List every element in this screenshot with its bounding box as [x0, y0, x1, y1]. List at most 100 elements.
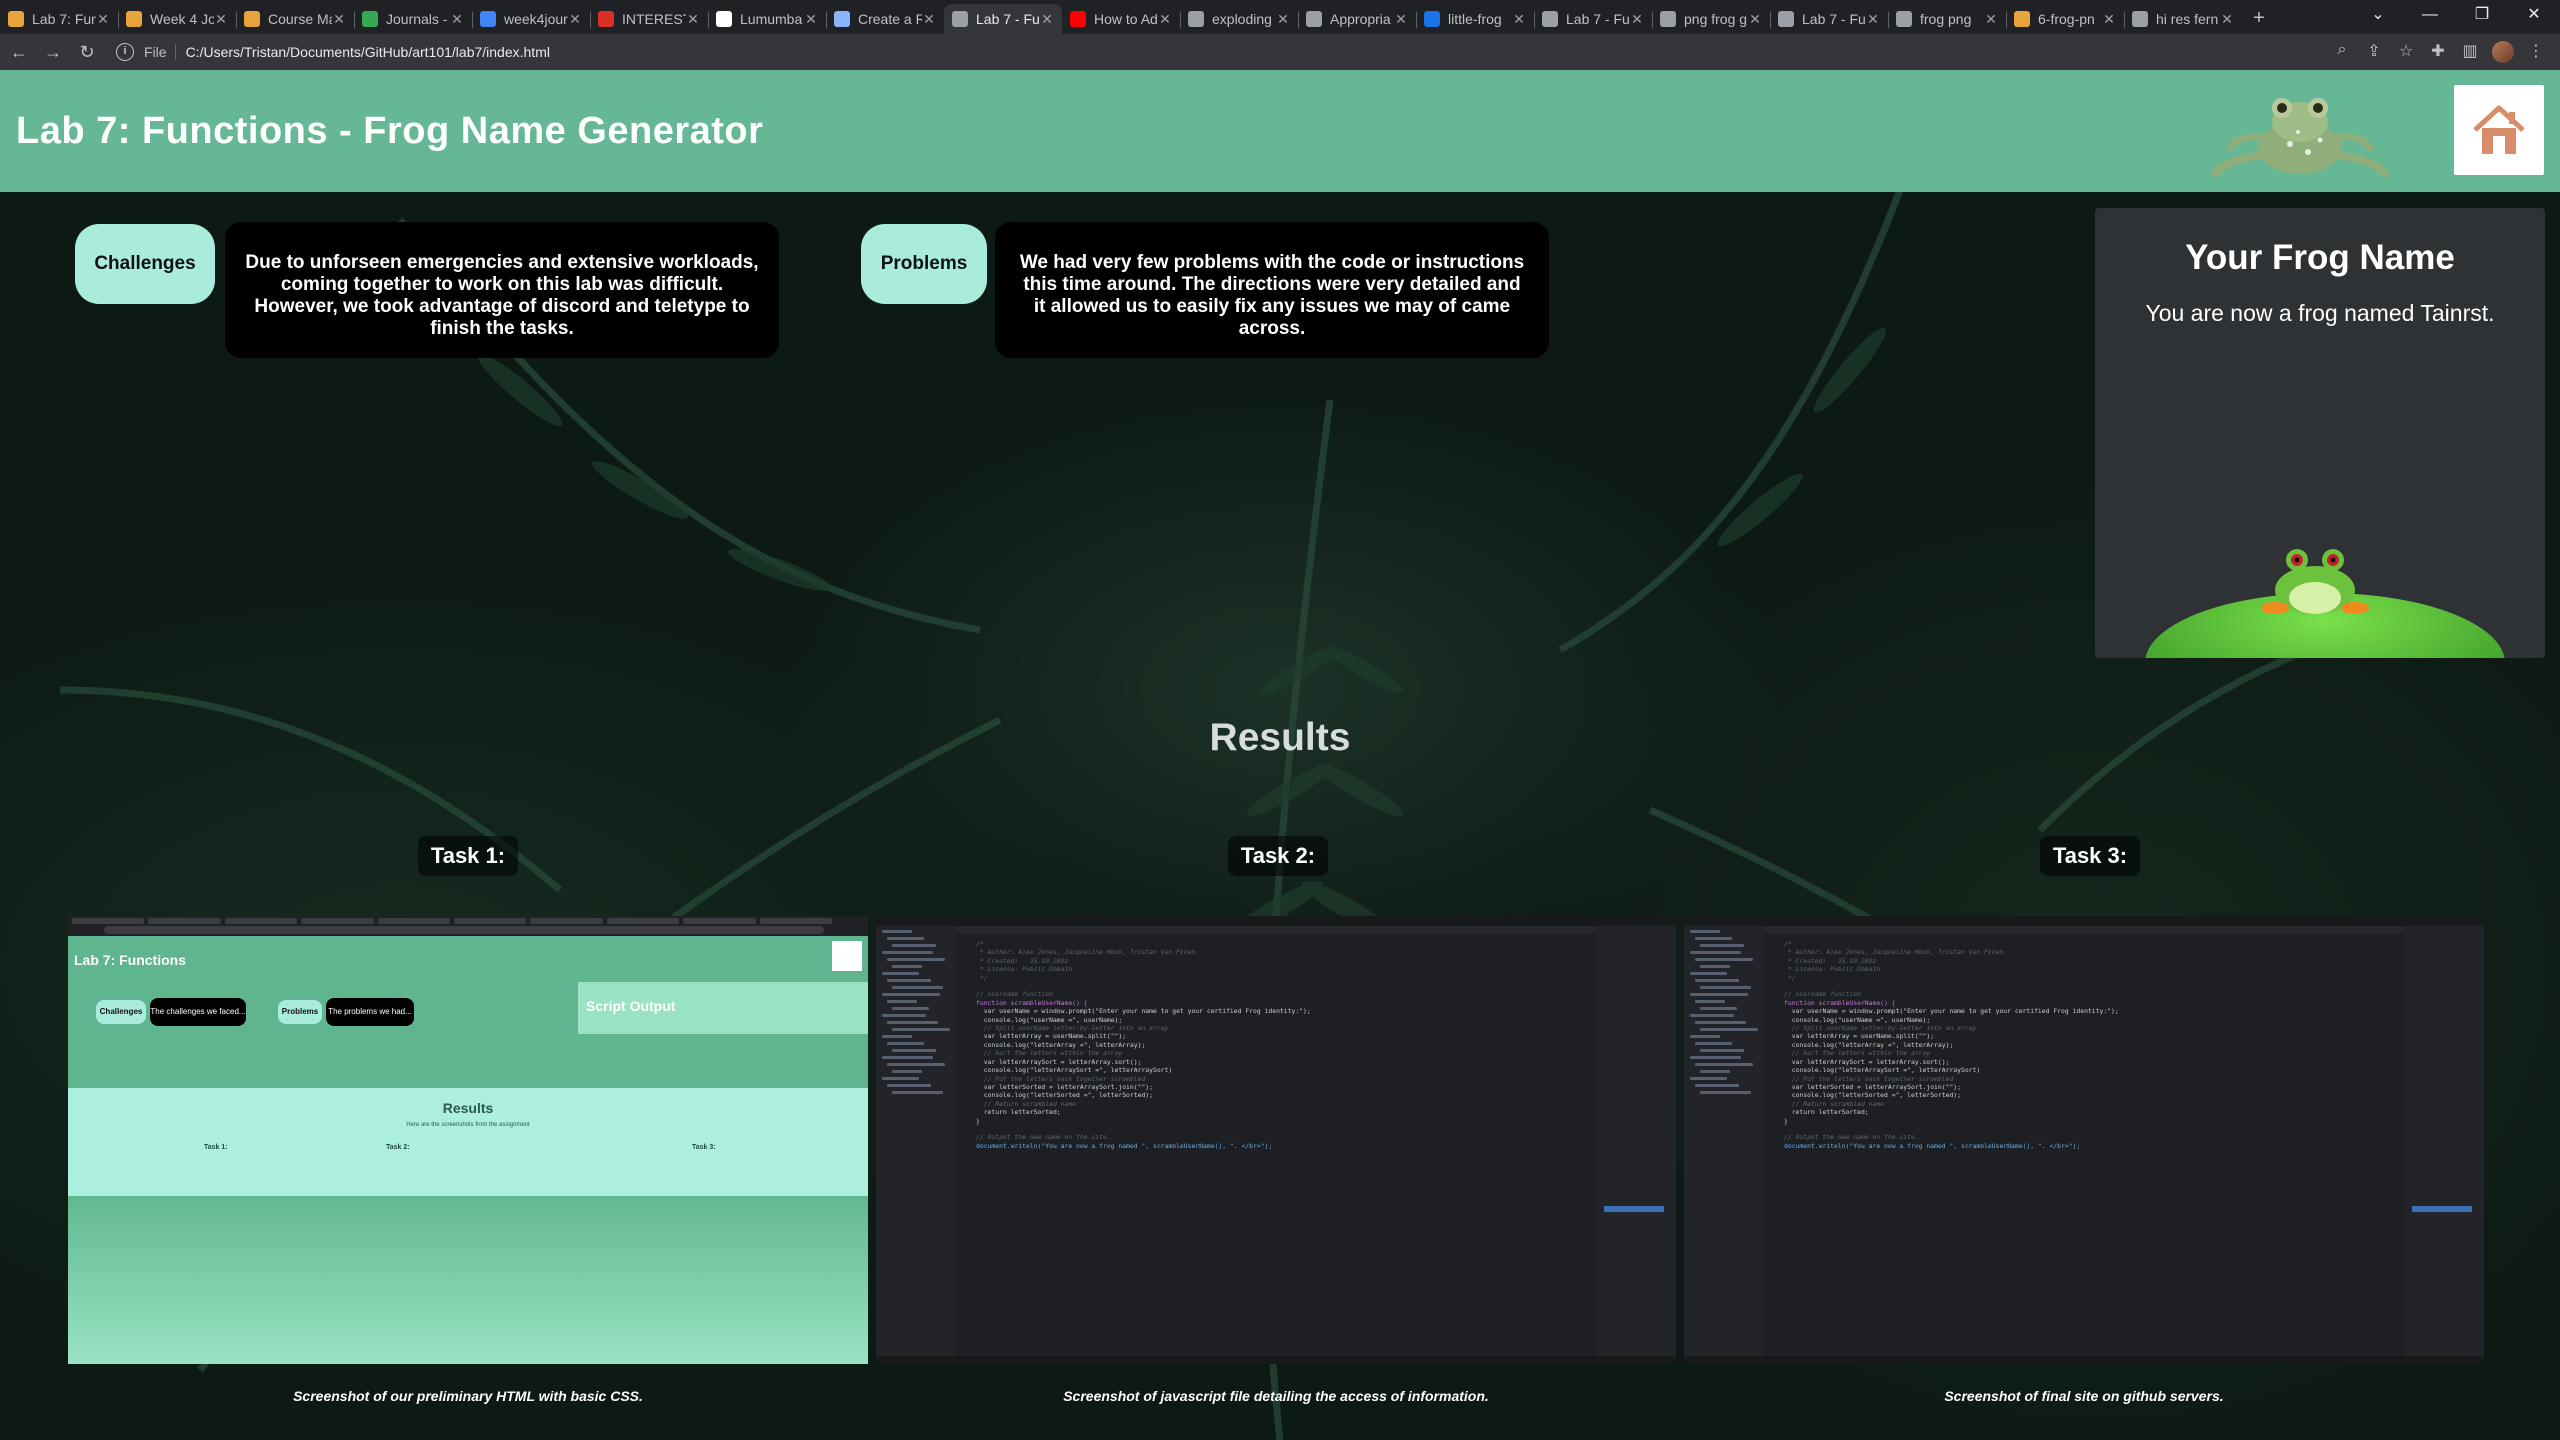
menu-icon[interactable]: ⋮	[2520, 41, 2552, 63]
site-info-icon[interactable]: i	[116, 43, 134, 61]
browser-tab[interactable]: Journals - ✕	[354, 4, 472, 34]
profile-avatar[interactable]	[2492, 41, 2514, 63]
tab-close-icon[interactable]: ✕	[922, 11, 936, 28]
tab-close-icon[interactable]: ✕	[1158, 11, 1172, 28]
tab-title: png frog g	[1684, 11, 1748, 27]
browser-tab[interactable]: Lab 7 - Fu ✕	[1770, 4, 1888, 34]
browser-tab[interactable]: Lab 7 - Fu ✕	[1534, 4, 1652, 34]
browser-tab[interactable]: Lab 7: Fun ✕	[0, 4, 118, 34]
browser-tab[interactable]: png frog g ✕	[1652, 4, 1770, 34]
tab-close-icon[interactable]: ✕	[1866, 11, 1880, 28]
tab-close-icon[interactable]: ✕	[1984, 11, 1998, 28]
tab-favicon-icon	[126, 11, 142, 27]
browser-tab[interactable]: Lab 7 - Fu ✕	[944, 4, 1062, 34]
browser-tab[interactable]: How to Ad ✕	[1062, 4, 1180, 34]
browser-tab[interactable]: INTERESTI✕	[590, 4, 708, 34]
close-window-button[interactable]: ✕	[2508, 0, 2560, 30]
frog-name-panel: Your Frog Name You are now a frog named …	[2095, 208, 2545, 658]
tab-close-icon[interactable]: ✕	[1394, 11, 1408, 28]
task-1-screenshot: Lab 7: Functions Challenges The challeng…	[68, 916, 868, 1364]
page-content: Lab 7: Functions - Frog Name Generator C…	[0, 70, 2560, 1440]
tab-close-icon[interactable]: ✕	[1630, 11, 1644, 28]
browser-tab[interactable]: frog png ✕	[1888, 4, 2006, 34]
tab-title: 6-frog-pn	[2038, 11, 2095, 27]
tab-search-icon[interactable]: ⌄	[2352, 0, 2404, 30]
tab-close-icon[interactable]: ✕	[568, 11, 582, 28]
home-button[interactable]	[2454, 85, 2544, 175]
address-bar[interactable]: i File C:/Users/Tristan/Documents/GitHub…	[116, 38, 2326, 66]
results-heading: Results	[1209, 716, 1351, 759]
browser-tab[interactable]: Week 4 Jo ✕	[118, 4, 236, 34]
task-1-caption: Screenshot of our preliminary HTML with …	[293, 1388, 643, 1404]
tab-title: Appropria	[1330, 11, 1391, 27]
mini-task-1: Task 1:	[204, 1144, 228, 1151]
reload-button[interactable]: ↻	[72, 37, 102, 67]
tab-close-icon[interactable]: ✕	[2220, 11, 2234, 28]
new-tab-button[interactable]: +	[2242, 4, 2276, 34]
tab-favicon-icon	[1660, 11, 1676, 27]
mini-challenges-pill: Challenges	[96, 1000, 146, 1024]
mini-results: Results Here are the screenshots from th…	[68, 1088, 868, 1196]
tab-close-icon[interactable]: ✕	[804, 11, 818, 28]
tab-favicon-icon	[480, 11, 496, 27]
tab-title: week4jour	[504, 11, 568, 27]
mini-challenges-text: The challenges we faced...	[150, 998, 246, 1026]
tab-favicon-icon	[1542, 11, 1558, 27]
maximize-button[interactable]: ❐	[2456, 0, 2508, 30]
back-button[interactable]: ←	[4, 37, 34, 67]
tab-close-icon[interactable]: ✕	[96, 11, 110, 28]
browser-tab[interactable]: Appropria ✕	[1298, 4, 1416, 34]
browser-tab[interactable]: week4jour ✕	[472, 4, 590, 34]
side-panel-icon[interactable]: ▥	[2454, 41, 2486, 63]
forward-button[interactable]: →	[38, 37, 68, 67]
browser-tab[interactable]: little-frog ✕	[1416, 4, 1534, 34]
address-url[interactable]: C:/Users/Tristan/Documents/GitHub/art101…	[186, 44, 550, 60]
tab-close-icon[interactable]: ✕	[332, 11, 346, 28]
browser-tab[interactable]: hi res fern ✕	[2124, 4, 2242, 34]
home-icon	[2473, 105, 2525, 154]
task-1-label: Task 1:	[418, 836, 518, 876]
tab-close-icon[interactable]: ✕	[1748, 11, 1762, 28]
tab-close-icon[interactable]: ✕	[686, 11, 700, 28]
minimize-button[interactable]: —	[2404, 0, 2456, 30]
tab-favicon-icon	[1188, 11, 1204, 27]
file-tree	[1684, 926, 1764, 1364]
tab-close-icon[interactable]: ✕	[2102, 11, 2116, 28]
tab-close-icon[interactable]: ✕	[450, 11, 464, 28]
mini-results-sub: Here are the screenshots from the assign…	[406, 1122, 530, 1128]
task-2-label: Task 2:	[1228, 836, 1328, 876]
tab-title: little-frog	[1448, 11, 1502, 27]
tab-close-icon[interactable]: ✕	[1512, 11, 1526, 28]
tab-title: Lab 7: Fun	[32, 11, 96, 27]
tab-close-icon[interactable]: ✕	[214, 11, 228, 28]
browser-tab[interactable]: Course Ma ✕	[236, 4, 354, 34]
tab-favicon-icon	[1070, 11, 1086, 27]
address-scheme: File	[144, 44, 167, 60]
bookmark-star-icon[interactable]: ☆	[2390, 41, 2422, 63]
tab-title: hi res fern	[2156, 11, 2219, 27]
tab-title: frog png	[1920, 11, 1972, 27]
git-panel	[2404, 926, 2484, 1364]
code-view: /* * Author: Alex Jones, Jacqueline Hook…	[976, 940, 1311, 1150]
git-panel	[1596, 926, 1676, 1364]
browser-tab[interactable]: exploding ✕	[1180, 4, 1298, 34]
tab-close-icon[interactable]: ✕	[1040, 11, 1054, 28]
window-controls: ⌄ — ❐ ✕	[2352, 0, 2560, 30]
tab-title: Course Ma	[268, 11, 332, 27]
problems-text: We had very few problems with the code o…	[995, 222, 1549, 358]
share-icon[interactable]: ⇪	[2358, 41, 2390, 63]
tab-favicon-icon	[834, 11, 850, 27]
tab-title: Week 4 Jo	[150, 11, 214, 27]
zoom-icon[interactable]: ⌕	[2326, 41, 2358, 63]
tab-title: INTERESTI	[622, 11, 686, 27]
frog-panel-title: Your Frog Name	[2185, 238, 2455, 277]
mini-results-title: Results	[442, 1100, 494, 1116]
extensions-icon[interactable]: ✚	[2422, 41, 2454, 63]
tab-favicon-icon	[2132, 11, 2148, 27]
browser-tab[interactable]: Lumumba ✕	[708, 4, 826, 34]
file-tree	[876, 926, 956, 1364]
browser-tab[interactable]: Create a R ✕	[826, 4, 944, 34]
browser-tab[interactable]: 6-frog-pn ✕	[2006, 4, 2124, 34]
mini-header: Lab 7: Functions	[68, 936, 868, 982]
tab-close-icon[interactable]: ✕	[1276, 11, 1290, 28]
